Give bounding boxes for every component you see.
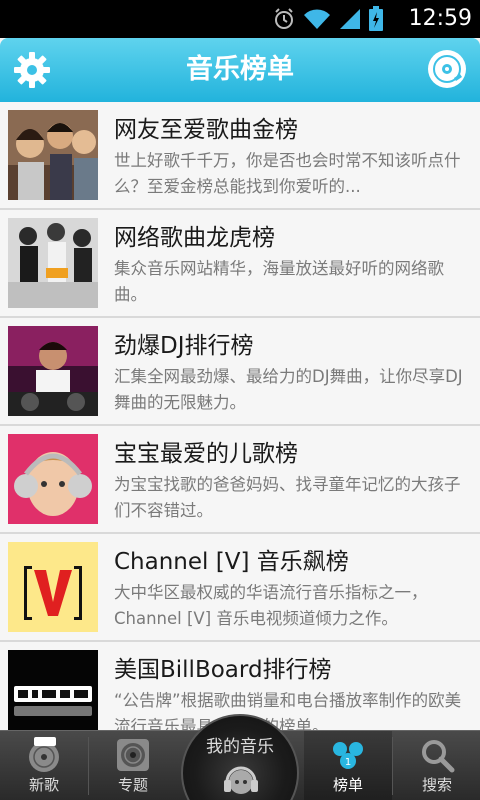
chart-thumbnail xyxy=(8,434,98,524)
billboard-logo xyxy=(8,650,98,730)
tab-label: 新歌 xyxy=(28,776,59,794)
chart-list-item[interactable]: 劲爆DJ排行榜 汇集全网最劲爆、最给力的DJ舞曲，让你尽享DJ舞曲的无限魅力。 xyxy=(0,318,480,426)
channel-v-logo xyxy=(8,542,98,632)
chart-thumbnail xyxy=(8,110,98,200)
chart-title: 宝宝最爱的儿歌榜 xyxy=(114,441,298,467)
headphones-icon xyxy=(224,766,258,794)
tab-label: 专题 xyxy=(117,776,148,794)
status-icons xyxy=(272,6,384,32)
chart-description: 为宝宝找歌的爸爸妈妈、找寻童年记忆的大孩子们不容错过。 xyxy=(114,475,461,520)
chart-title: 劲爆DJ排行榜 xyxy=(114,333,254,359)
chart-description: 世上好歌千千万，你是否也会时常不知该听点什么？至爱金榜总能找到你爱听的... xyxy=(114,151,461,196)
search-icon xyxy=(422,740,455,773)
signal-icon xyxy=(340,9,360,29)
disc-icon xyxy=(428,50,466,88)
chart-description: 汇集全网最劲爆、最给力的DJ舞曲，让你尽享DJ舞曲的无限魅力。 xyxy=(114,367,463,412)
tab-label: 榜单 xyxy=(332,776,363,794)
chart-description: 集众音乐网站精华，海量放送最好听的网络歌曲。 xyxy=(114,259,444,304)
chart-thumbnail xyxy=(8,650,98,730)
chart-list-item[interactable]: 网络歌曲龙虎榜 集众音乐网站精华，海量放送最好听的网络歌曲。 xyxy=(0,210,480,318)
chart-title: 美国BillBoard排行榜 xyxy=(114,657,332,683)
charts-icon: 1 xyxy=(333,742,363,769)
title-bar: 音乐榜单 xyxy=(0,38,480,102)
chart-thumbnail xyxy=(8,326,98,416)
tab-topics[interactable]: 专题 xyxy=(89,731,177,800)
tab-new-songs[interactable]: 新歌 xyxy=(0,731,88,800)
tab-label: 搜索 xyxy=(421,776,452,794)
svg-text:1: 1 xyxy=(345,757,351,768)
now-playing-button[interactable] xyxy=(426,48,468,90)
chart-list-item[interactable]: 网友至爱歌曲金榜 世上好歌千千万，你是否也会时常不知该听点什么？至爱金榜总能找到… xyxy=(0,102,480,210)
battery-icon xyxy=(369,6,383,31)
chart-thumbnail xyxy=(8,542,98,632)
chart-list: 网友至爱歌曲金榜 世上好歌千千万，你是否也会时常不知该听点什么？至爱金榜总能找到… xyxy=(0,102,480,730)
chart-title: 网友至爱歌曲金榜 xyxy=(114,117,298,143)
status-time: 12:59 xyxy=(408,6,472,31)
my-music-label: 我的音乐 xyxy=(206,737,274,757)
chart-description: 大中华区最权威的华语流行音乐指标之一，Channel [V] 音乐电视频道倾力之… xyxy=(114,583,428,628)
wifi-icon xyxy=(304,9,330,29)
disc-icon xyxy=(117,739,149,771)
new-disc-icon xyxy=(29,737,59,772)
chart-list-item[interactable]: 宝宝最爱的儿歌榜 为宝宝找歌的爸爸妈妈、找寻童年记忆的大孩子们不容错过。 xyxy=(0,426,480,534)
chart-title: 网络歌曲龙虎榜 xyxy=(114,225,275,251)
chart-description: “公告牌”根据歌曲销量和电台播放率制作的欧美流行音乐最具公信力的榜单。 xyxy=(114,691,462,730)
tab-charts[interactable]: 1 榜单 xyxy=(304,731,392,800)
chart-title: Channel [V] 音乐飙榜 xyxy=(114,549,349,575)
tab-search[interactable]: 搜索 xyxy=(393,731,480,800)
page-title: 音乐榜单 xyxy=(186,54,294,85)
chart-list-item[interactable]: Channel [V] 音乐飙榜 大中华区最权威的华语流行音乐指标之一，Chan… xyxy=(0,534,480,642)
status-bar: 12:59 xyxy=(0,0,480,38)
chart-thumbnail xyxy=(8,218,98,308)
alarm-icon xyxy=(275,8,293,29)
